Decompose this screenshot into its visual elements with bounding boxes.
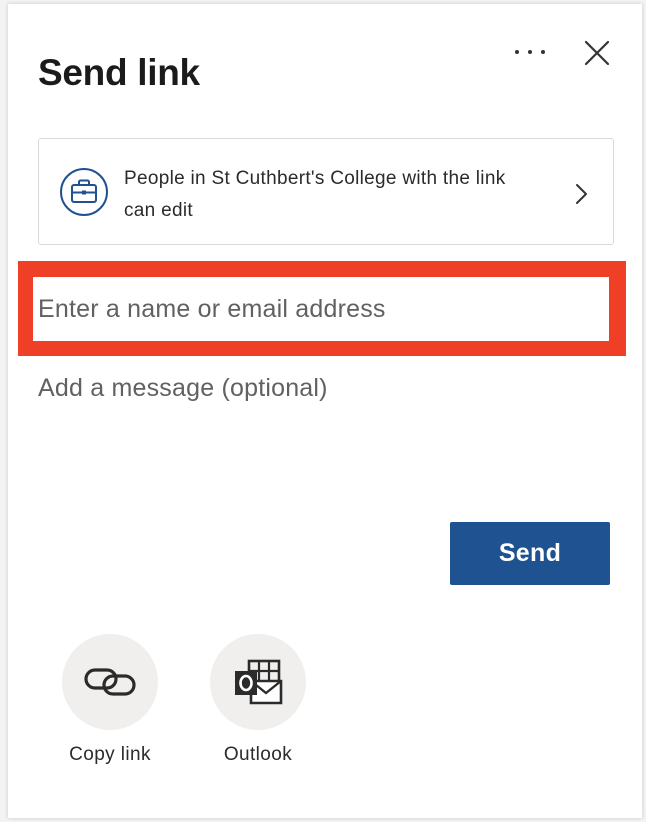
outlook-option[interactable]: Outlook [198,634,318,774]
copy-link-option[interactable]: Copy link [50,634,170,774]
chevron-right-icon [576,184,587,204]
permission-description: People in St Cuthbert's College with the… [124,168,506,221]
outlook-label: Outlook [223,744,293,765]
close-icon [584,40,610,66]
more-horizontal-icon [515,50,545,54]
dialog-title: Send link [38,52,200,93]
more-options-button[interactable] [506,32,554,72]
copy-link-button[interactable] [62,634,158,730]
send-button[interactable]: Send [450,522,610,585]
copy-link-label: Copy link [69,744,151,765]
recipient-input[interactable] [33,277,609,341]
link-icon [84,668,136,696]
close-button[interactable] [578,34,616,72]
outlook-icon [235,659,283,705]
outlook-button[interactable] [210,634,306,730]
link-permission-settings-button[interactable]: People in St Cuthbert's College with the… [38,138,614,245]
briefcase-icon [60,168,108,216]
message-input[interactable] [38,374,608,494]
